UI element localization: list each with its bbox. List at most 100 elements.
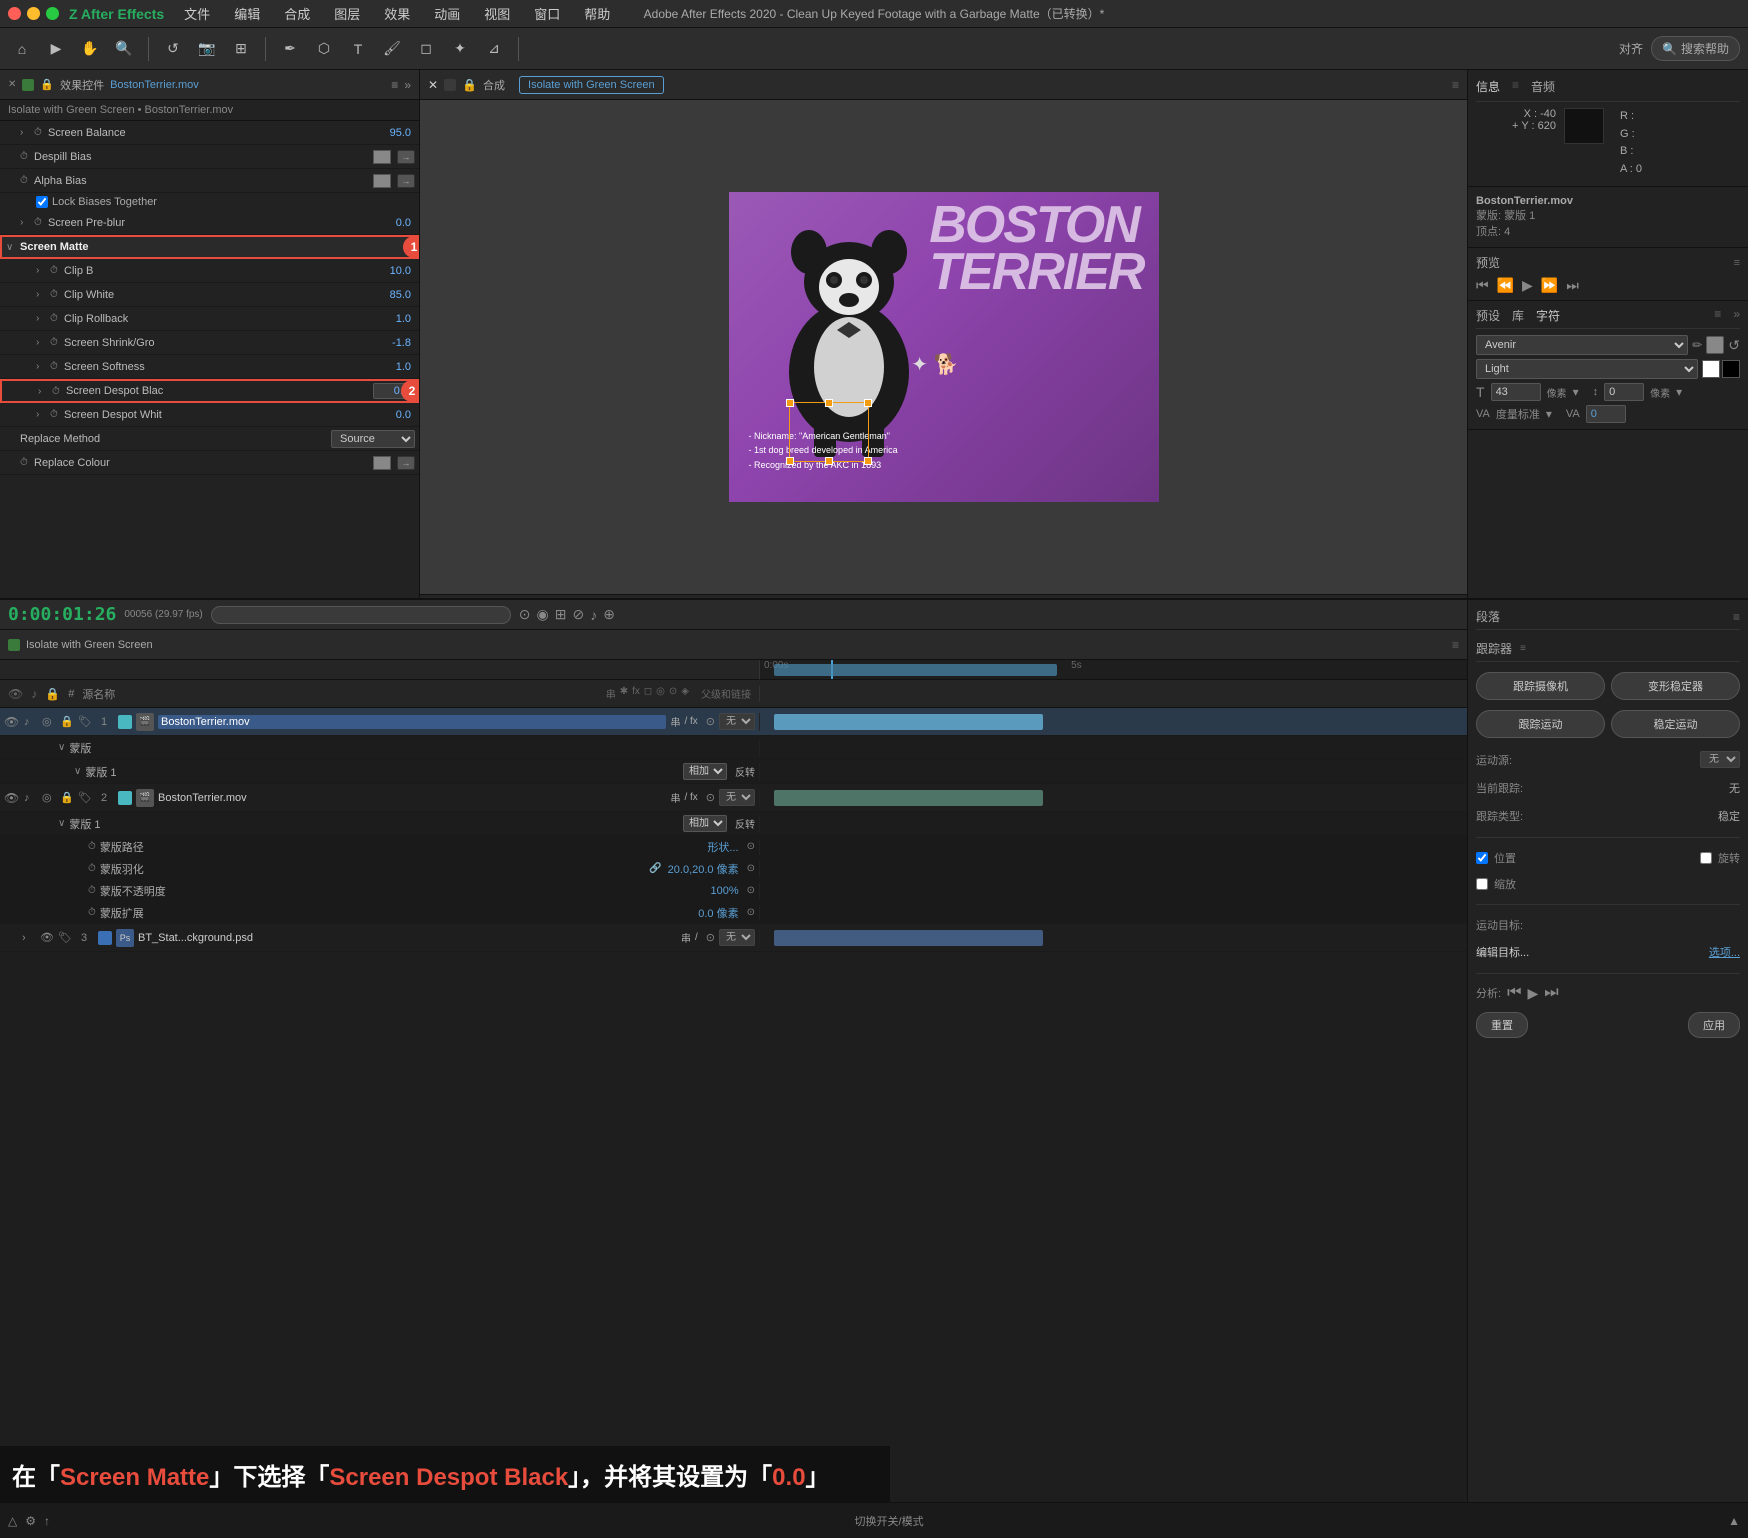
select-icon[interactable]: ▶ xyxy=(42,35,70,63)
menu-view[interactable]: 视图 xyxy=(480,2,514,25)
expand-arrow[interactable]: › xyxy=(36,337,50,348)
refresh-icon[interactable]: ↺ xyxy=(1728,337,1740,354)
effects-menu-icon[interactable]: ≡ xyxy=(391,78,398,92)
tab-presets[interactable]: 预设 xyxy=(1476,307,1500,324)
scale-checkbox[interactable] xyxy=(1476,878,1488,890)
hand-icon[interactable]: ✋ xyxy=(76,35,104,63)
replace-method-select[interactable]: Source Hard Color Soft Color xyxy=(331,430,415,448)
prop-screen-shrink-value[interactable]: -1.8 xyxy=(375,337,415,349)
prop-screen-preblur-value[interactable]: 0.0 xyxy=(375,217,415,229)
expand-arrow-matte[interactable]: ∨ xyxy=(6,242,20,253)
reset-btn[interactable]: 重置 xyxy=(1476,1012,1528,1038)
render-icon[interactable]: ◉ xyxy=(537,606,549,623)
layer-2-audio-icon[interactable]: ♪ xyxy=(24,792,38,804)
handle-tl[interactable] xyxy=(786,399,794,407)
layer-1-link-icon[interactable]: 串 xyxy=(670,714,680,729)
mask-path-link[interactable]: ⊙ xyxy=(747,841,755,852)
eye-col-icon[interactable]: 👁 xyxy=(8,687,23,701)
tab-character[interactable]: 字符 xyxy=(1536,307,1560,324)
expand-arrow[interactable]: › xyxy=(38,386,52,397)
analyze-back-icon[interactable]: ⏮ xyxy=(1507,984,1521,1002)
layer-1-audio-icon[interactable]: ♪ xyxy=(24,716,38,728)
clip-b-row[interactable]: › ⏱ Clip B 10.0 xyxy=(0,259,419,283)
despill-bias-row[interactable]: ⏱ Despill Bias → xyxy=(0,145,419,169)
timeline-search-input[interactable] xyxy=(211,606,511,624)
layer-1-solo-icon[interactable]: ◎ xyxy=(42,715,56,728)
zoom-tool-icon[interactable]: 🔍 xyxy=(110,35,138,63)
mask-feather-value[interactable]: 20.0,20.0 像素 xyxy=(668,861,739,877)
lock-icon[interactable]: 🔒 xyxy=(40,78,54,91)
layer-3-parent-select[interactable]: 无 xyxy=(719,929,755,946)
search-help[interactable]: 🔍 搜索帮助 xyxy=(1651,36,1740,61)
layer-3-expand[interactable]: › xyxy=(22,932,36,944)
preview-menu-icon[interactable]: ≡ xyxy=(1734,257,1740,269)
layer-2-lock-icon[interactable]: 🔒 xyxy=(60,791,74,804)
replace-colour-swatch[interactable] xyxy=(373,456,391,470)
warp-stabilizer-btn[interactable]: 变形稳定器 xyxy=(1611,672,1740,700)
font-style-select[interactable]: Light Regular Bold xyxy=(1476,359,1698,379)
sound-icon[interactable]: ♪ xyxy=(590,607,597,623)
stopwatch-expansion[interactable]: ⏱ xyxy=(88,907,96,918)
stopwatch-colour-icon[interactable]: ⏱ xyxy=(20,457,34,468)
pen-icon[interactable]: ✏ xyxy=(1692,338,1702,352)
expand-arrow[interactable]: › xyxy=(36,361,50,372)
minimize-button[interactable] xyxy=(27,7,40,20)
tl-panel-menu[interactable]: ≡ xyxy=(1452,638,1459,652)
lock-col-icon[interactable]: 🔒 xyxy=(45,687,60,701)
expand-arrow[interactable]: › xyxy=(36,313,50,324)
position-checkbox[interactable] xyxy=(1476,852,1488,864)
font-size-dropdown[interactable]: ▾ xyxy=(1573,385,1579,399)
status-right-icon[interactable]: ▲ xyxy=(1728,1514,1740,1528)
tracker-para-title[interactable]: 段落 xyxy=(1476,608,1500,625)
preview-next-icon[interactable]: ⏩ xyxy=(1541,277,1558,294)
layer-1-lock-icon[interactable]: 🔒 xyxy=(60,715,74,728)
opacity-link[interactable]: ⊙ xyxy=(747,885,755,896)
screen-shrink-row[interactable]: › ⏱ Screen Shrink/Gro -1.8 xyxy=(0,331,419,355)
menu-help[interactable]: 帮助 xyxy=(580,2,614,25)
prop-clip-rollback-value[interactable]: 1.0 xyxy=(375,313,415,325)
leading-input[interactable] xyxy=(1604,383,1644,401)
prop-clip-white-value[interactable]: 85.0 xyxy=(375,289,415,301)
stopwatch-despot-icon[interactable]: ⏱ xyxy=(52,386,66,397)
screen-despot-white-row[interactable]: › ⏱ Screen Despot Whit 0.0 xyxy=(0,403,419,427)
preview-last-icon[interactable]: ⏭ xyxy=(1566,277,1579,294)
transform-handles[interactable] xyxy=(789,402,869,462)
tab-library[interactable]: 库 xyxy=(1512,307,1524,324)
l2-mask-blend-select[interactable]: 相加 xyxy=(683,815,727,832)
layer-row-1[interactable]: 👁 ♪ ◎ 🔒 🏷 1 🎬 BostonTerrier.mov 串 / fx ⊙ xyxy=(0,708,1467,736)
alpha-color-swatch[interactable] xyxy=(373,174,391,188)
handle-tr[interactable] xyxy=(864,399,872,407)
screen-matte-row[interactable]: ∨ Screen Matte 1 xyxy=(0,235,419,259)
maximize-button[interactable] xyxy=(46,7,59,20)
track-motion-btn[interactable]: 跟踪运动 xyxy=(1476,710,1605,738)
preview-prev-icon[interactable]: ⏪ xyxy=(1497,277,1514,294)
effects-close-icon[interactable]: ✕ xyxy=(8,79,16,90)
expand-arrow[interactable]: › xyxy=(36,265,50,276)
text-icon[interactable]: T xyxy=(344,35,372,63)
prop-screen-despot-white-value[interactable]: 0.0 xyxy=(375,409,415,421)
layer-3-vis[interactable]: 👁 xyxy=(40,931,54,944)
stopwatch-rollback-icon[interactable]: ⏱ xyxy=(50,313,64,324)
mask-expansion-value[interactable]: 0.0 像素 xyxy=(698,905,738,921)
mask-opacity-value[interactable]: 100% xyxy=(710,885,738,897)
stopwatch-clipw-icon[interactable]: ⏱ xyxy=(50,289,64,300)
screen-pre-blur-row[interactable]: › ⏱ Screen Pre-blur 0.0 xyxy=(0,211,419,235)
rotate-icon[interactable]: ↺ xyxy=(159,35,187,63)
expand-arrow[interactable]: › xyxy=(20,217,34,228)
apply-btn[interactable]: 应用 xyxy=(1688,1012,1740,1038)
handle-t[interactable] xyxy=(825,399,833,407)
layer-2-name[interactable]: BostonTerrier.mov xyxy=(158,792,666,804)
menu-file[interactable]: 文件 xyxy=(180,2,214,25)
pen-tool-icon[interactable]: ✒ xyxy=(276,35,304,63)
layer-3-label[interactable]: 🏷 xyxy=(58,931,70,944)
handle-b[interactable] xyxy=(825,457,833,465)
swatch-black[interactable] xyxy=(1722,360,1740,378)
layer-2-fx-icon[interactable]: / fx xyxy=(684,792,697,803)
effects-expand-icon[interactable]: » xyxy=(404,78,411,92)
solo-icon[interactable]: ⊙ xyxy=(519,606,531,623)
analyze-play-icon[interactable]: ▶ xyxy=(1527,985,1538,1002)
despill-btn-icon[interactable]: → xyxy=(397,150,415,164)
layer-2-solo-icon[interactable]: ◎ xyxy=(42,791,56,804)
menu-animation[interactable]: 动画 xyxy=(430,2,464,25)
expand-l2m1-icon[interactable]: ∨ xyxy=(58,818,65,829)
